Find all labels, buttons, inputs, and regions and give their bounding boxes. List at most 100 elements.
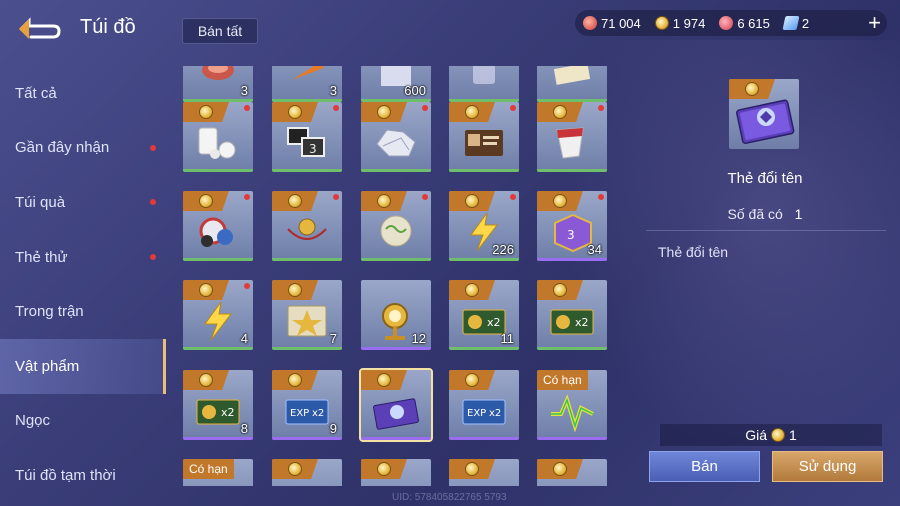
selected-item-name: Thẻ đổi tên <box>727 170 803 187</box>
inventory-item[interactable] <box>361 191 431 261</box>
rarity-bar <box>361 437 431 440</box>
inventory-item[interactable]: EXP x2 <box>449 370 519 440</box>
price-label: Giá <box>745 427 767 443</box>
inventory-item[interactable] <box>537 102 607 172</box>
inventory-item[interactable]: 226 <box>449 191 519 261</box>
gold-coin-icon <box>553 283 567 297</box>
sidebar-item-2[interactable]: Túi quà <box>0 175 166 230</box>
rarity-bar <box>272 258 342 261</box>
item-count: 226 <box>492 242 514 257</box>
notification-dot <box>244 283 250 289</box>
price-tag <box>272 280 318 300</box>
gold-coin-icon <box>377 194 391 208</box>
green-yellow-lightning-icon <box>551 394 594 432</box>
gold-coin-icon <box>465 373 479 387</box>
gold-coin-icon <box>288 194 302 208</box>
inventory-item[interactable]: 600 <box>361 66 431 102</box>
sell-all-button[interactable]: Bán tất <box>182 18 258 44</box>
add-currency-button[interactable]: + <box>868 11 881 35</box>
x2-card-icon: x2 <box>550 309 594 335</box>
gold-coin-icon <box>377 373 391 387</box>
inventory-item[interactable]: x2 11 <box>449 280 519 350</box>
inventory-item[interactable]: EXP x2 9 <box>272 370 342 440</box>
currency-bar: 71 004 1 974 6 615 2 + <box>575 10 887 36</box>
price-tag <box>449 459 495 479</box>
exp-x2-card-icon: EXP x2 <box>285 399 329 425</box>
gold-coin-icon <box>199 373 213 387</box>
dice-chips-icon <box>199 217 233 247</box>
notification-dot <box>422 105 428 111</box>
price-tag <box>537 191 583 211</box>
sell-button[interactable]: Bán <box>649 451 760 482</box>
crumpled-paper-icon <box>376 129 416 157</box>
pills-icon <box>198 127 236 159</box>
sidebar-item-0[interactable]: Tất cả <box>0 66 166 121</box>
inventory-item[interactable] <box>449 102 519 172</box>
meat-icon <box>202 66 234 80</box>
gold-coin-icon <box>288 283 302 297</box>
item-count: 3 <box>240 83 248 98</box>
price-tag <box>272 191 318 211</box>
rarity-bar <box>449 437 519 440</box>
inventory-item[interactable] <box>272 191 342 261</box>
currency-value: 71 004 <box>601 15 641 31</box>
price-tag <box>361 459 407 479</box>
inventory-item[interactable] <box>183 102 253 172</box>
page-title: Túi đồ <box>80 16 136 38</box>
inventory-item[interactable]: 3 <box>183 66 253 102</box>
gold-coin-icon <box>199 194 213 208</box>
sidebar-item-label: Thẻ thử <box>15 248 68 266</box>
inventory-item[interactable] <box>272 459 342 486</box>
price-tag <box>361 102 407 122</box>
notification-dot <box>244 105 250 111</box>
inventory-item[interactable]: x2 <box>537 280 607 350</box>
inventory-item[interactable]: 3 <box>272 66 342 102</box>
use-button[interactable]: Sử dụng <box>772 451 883 482</box>
inventory-item[interactable]: 3 34 <box>537 191 607 261</box>
price-tag <box>272 102 318 122</box>
rarity-bar <box>449 258 519 261</box>
back-arrow-icon <box>19 17 61 39</box>
svg-text:EXP: EXP <box>467 408 486 419</box>
inventory-item[interactable] <box>449 66 519 102</box>
inventory-item[interactable]: 4 <box>183 280 253 350</box>
sidebar-item-4[interactable]: Trong trận <box>0 284 166 339</box>
sidebar-item-7[interactable]: Túi đồ tạm thời <box>0 448 166 503</box>
svg-text:x2: x2 <box>489 408 501 419</box>
glass-orb-icon <box>380 215 412 247</box>
inventory-item[interactable] <box>361 102 431 172</box>
inventory-item[interactable] <box>359 368 433 442</box>
rarity-bar <box>272 347 342 350</box>
sidebar-item-3[interactable]: Thẻ thử <box>0 230 166 285</box>
inventory-item[interactable]: 12 <box>361 280 431 350</box>
rarity-bar <box>183 258 253 261</box>
inventory-item[interactable]: 7 <box>272 280 342 350</box>
inventory-item[interactable]: Có hạn <box>183 459 253 486</box>
currency-ruby: 6 615 <box>719 16 770 31</box>
notification-dot <box>150 254 156 261</box>
back-button[interactable] <box>14 14 62 44</box>
inventory-item[interactable]: x2 8 <box>183 370 253 440</box>
inventory-item[interactable]: 3 <box>272 102 342 172</box>
carrot-icon <box>292 66 324 80</box>
inventory-item[interactable] <box>361 459 431 486</box>
sidebar-item-1[interactable]: Gần đây nhận <box>0 121 166 176</box>
notification-dot <box>333 194 339 200</box>
lightning-icon <box>204 301 233 341</box>
sidebar-item-6[interactable]: Ngọc <box>0 394 166 449</box>
price-tag <box>537 459 583 479</box>
notification-dot <box>244 194 250 200</box>
sidebar-item-5[interactable]: Vật phẩm <box>0 338 166 394</box>
inventory-item[interactable] <box>449 459 519 486</box>
x2-card-icon: x2 <box>196 399 240 425</box>
gold-coin-icon <box>288 105 302 119</box>
sidebar-item-label: Vật phẩm <box>15 357 80 375</box>
currency-value: 6 615 <box>737 15 770 31</box>
price-tag <box>449 191 495 211</box>
inventory-item[interactable]: Có hạn <box>537 370 607 440</box>
inventory-item[interactable] <box>537 66 607 102</box>
currency-ticket: 2 <box>782 16 809 31</box>
gold-coin-icon <box>199 283 213 297</box>
inventory-item[interactable] <box>183 191 253 261</box>
inventory-item[interactable] <box>537 459 607 486</box>
